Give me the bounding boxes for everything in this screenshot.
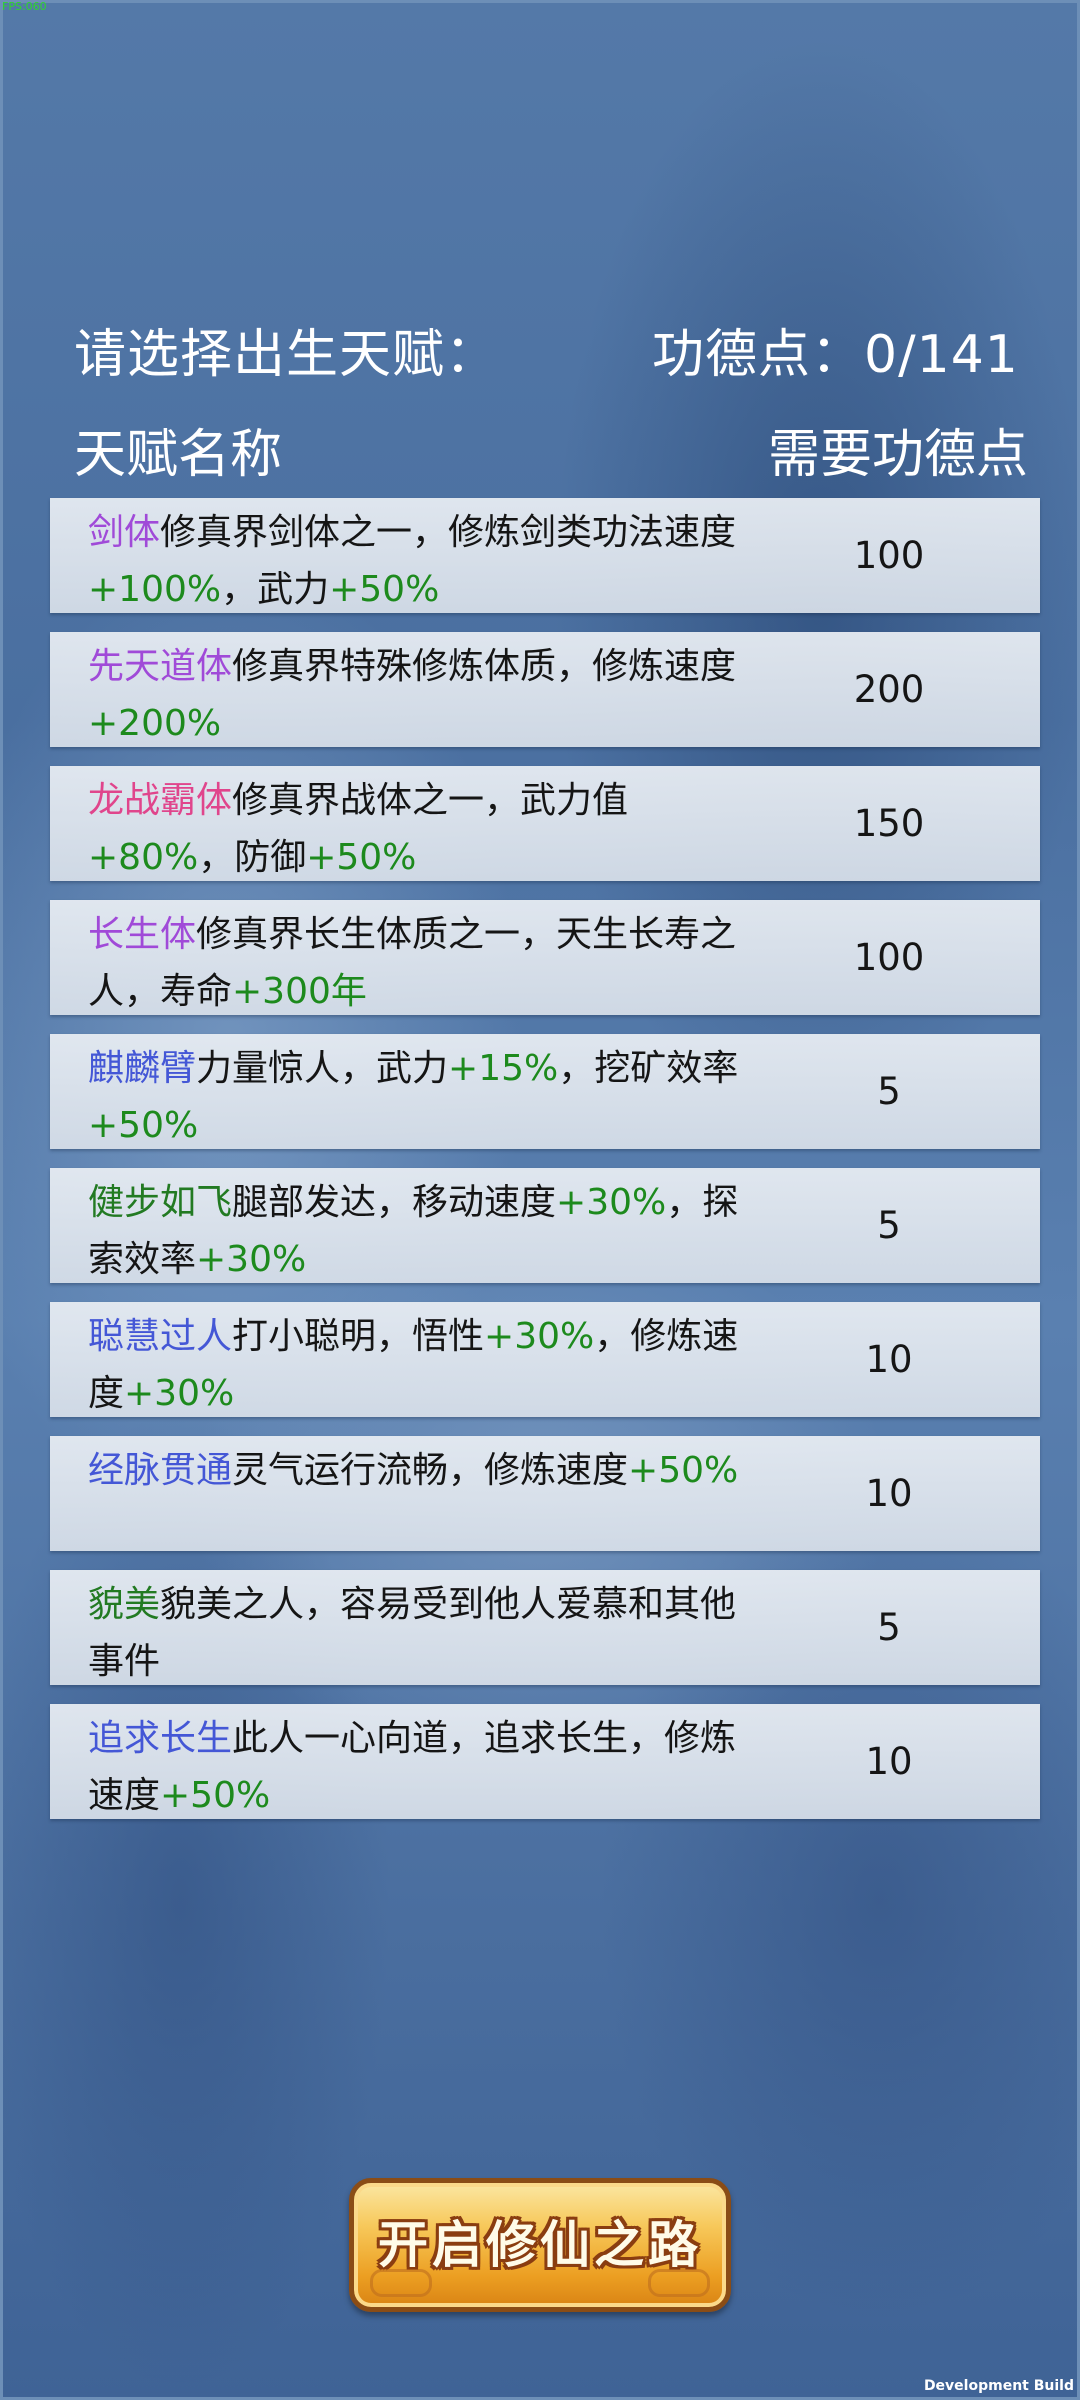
talent-select-prompt: 请选择出生天赋： [74, 325, 499, 385]
talent-merit-cost: 5 [877, 1606, 901, 1649]
talent-name: 经脉贯通 [88, 1450, 233, 1491]
talent-effect-text: 修真界特殊修炼体质，修炼速度 [232, 646, 737, 687]
talent-bonus-value: +200% [88, 703, 222, 744]
talent-name: 剑体 [88, 512, 161, 553]
talent-description: 先天道体修真界特殊修炼体质，修炼速度+200% [88, 638, 768, 752]
talent-bonus-value: +30% [556, 1182, 667, 1223]
talent-merit-cost: 10 [865, 1740, 913, 1783]
talent-description: 聪慧过人打小聪明，悟性+30%，修炼速度+30% [88, 1308, 768, 1422]
talent-description: 长生体修真界长生体质之一，天生长寿之人，寿命+300年 [88, 906, 768, 1020]
talent-description: 龙战霸体修真界战体之一，武力值 +80%，防御+50% [88, 772, 768, 886]
talent-row[interactable]: 先天道体修真界特殊修炼体质，修炼速度+200% 200 [50, 632, 1040, 747]
talent-effect-text: 打小聪明，悟性 [232, 1316, 485, 1357]
talent-description: 追求长生此人一心向道，追求长生，修炼速度+50% [88, 1710, 768, 1824]
talent-bonus-value: +50% [329, 569, 440, 610]
development-build-label: Development Build [923, 2378, 1074, 2394]
talent-row[interactable]: 经脉贯通灵气运行流畅，修炼速度+50% 10 [50, 1436, 1040, 1551]
talent-row[interactable]: 龙战霸体修真界战体之一，武力值 +80%，防御+50% 150 [50, 766, 1040, 881]
talent-row[interactable]: 聪慧过人打小聪明，悟性+30%，修炼速度+30% 10 [50, 1302, 1040, 1417]
talent-effect-text: ，武力 [221, 569, 330, 610]
talent-row[interactable]: 貌美貌美之人，容易受到他人爱慕和其他事件 5 [50, 1570, 1040, 1685]
talent-description: 麒麟臂力量惊人，武力+15%，挖矿效率 +50% [88, 1040, 768, 1154]
talent-effect-text: ，防御 [198, 837, 307, 878]
merit-points-counter: 功德点：0/141 [652, 325, 1019, 385]
talent-row[interactable]: 麒麟臂力量惊人，武力+15%，挖矿效率 +50% 5 [50, 1034, 1040, 1149]
talent-name: 龙战霸体 [88, 780, 233, 821]
talent-name: 麒麟臂 [88, 1048, 197, 1089]
talent-bonus-value: +80% [88, 837, 199, 878]
talent-bonus-value: +100% [88, 569, 222, 610]
talent-bonus-value: +50% [88, 1105, 199, 1146]
talent-description: 剑体修真界剑体之一，修炼剑类功法速度 +100%，武力+50% [88, 504, 768, 618]
talent-merit-cost: 100 [853, 534, 925, 577]
talent-bonus-value: +50% [628, 1450, 739, 1491]
talent-bonus-value: +30% [196, 1239, 307, 1280]
talent-description: 健步如飞腿部发达，移动速度+30%，探索效率+30% [88, 1174, 768, 1288]
talent-name: 健步如飞 [88, 1182, 233, 1223]
talent-name: 貌美 [88, 1584, 161, 1625]
talent-merit-cost: 100 [853, 936, 925, 979]
talent-effect-text: 腿部发达，移动速度 [232, 1182, 557, 1223]
talent-merit-cost: 10 [865, 1338, 913, 1381]
talent-name: 先天道体 [88, 646, 233, 687]
talent-effect-text: 修真界剑体之一，修炼剑类功法速度 [160, 512, 737, 553]
column-header-merit-cost: 需要功德点 [767, 425, 1028, 485]
talent-effect-text: 修真界战体之一，武力值 [232, 780, 629, 821]
talent-bonus-value: +50% [160, 1775, 271, 1816]
talent-row[interactable]: 长生体修真界长生体质之一，天生长寿之人，寿命+300年 100 [50, 900, 1040, 1015]
cloud-ornament-icon [648, 2269, 710, 2297]
column-header-talent-name: 天赋名称 [74, 425, 283, 485]
talent-name: 长生体 [88, 914, 197, 955]
talent-bonus-value: +30% [484, 1316, 595, 1357]
talent-bonus-value: +50% [306, 837, 417, 878]
talent-effect-text: 貌美之人，容易受到他人爱慕和其他事件 [88, 1584, 737, 1682]
talent-merit-cost: 10 [865, 1472, 913, 1515]
talent-name: 聪慧过人 [88, 1316, 233, 1357]
talent-bonus-value: +30% [124, 1373, 235, 1414]
talent-description: 貌美貌美之人，容易受到他人爱慕和其他事件 [88, 1576, 768, 1690]
talent-list: 剑体修真界剑体之一，修炼剑类功法速度+100%，武力+50% 100 先天道体修真界… [50, 498, 1040, 1838]
talent-bonus-value: +300年 [232, 971, 367, 1012]
talent-description: 经脉贯通灵气运行流畅，修炼速度+50% [88, 1442, 768, 1499]
fps-counter: FPS:060 [2, 0, 47, 13]
talent-row[interactable]: 追求长生此人一心向道，追求长生，修炼速度+50% 10 [50, 1704, 1040, 1819]
talent-merit-cost: 150 [853, 802, 925, 845]
talent-effect-text: ，挖矿效率 [558, 1048, 739, 1089]
talent-bonus-value: +15% [448, 1048, 559, 1089]
talent-effect-text: 力量惊人，武力 [196, 1048, 449, 1089]
cloud-ornament-icon [370, 2269, 432, 2297]
talent-merit-cost: 200 [853, 668, 925, 711]
talent-name: 追求长生 [88, 1718, 233, 1759]
talent-merit-cost: 5 [877, 1204, 901, 1247]
talent-row[interactable]: 健步如飞腿部发达，移动速度+30%，探索效率+30% 5 [50, 1168, 1040, 1283]
talent-effect-text: 灵气运行流畅，修炼速度 [232, 1450, 629, 1491]
start-cultivation-button[interactable]: 开启修仙之路 [349, 2178, 731, 2312]
talent-row[interactable]: 剑体修真界剑体之一，修炼剑类功法速度 +100%，武力+50% 100 [50, 498, 1040, 613]
talent-merit-cost: 5 [877, 1070, 901, 1113]
